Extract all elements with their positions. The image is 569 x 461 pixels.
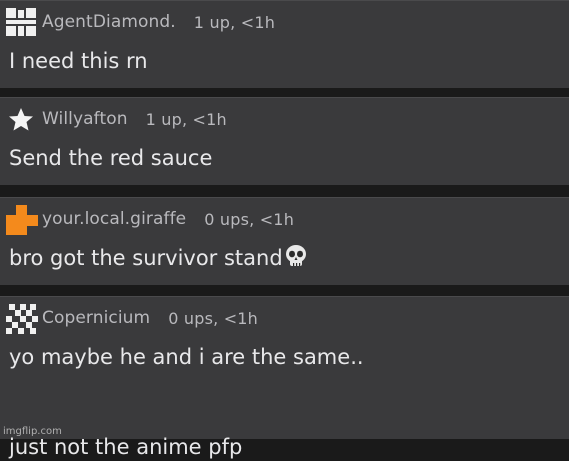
username-link[interactable]: Copernicium	[42, 308, 150, 328]
comment-text: Send the red sauce	[9, 146, 213, 170]
vote-time-meta: 0 ups, <1h	[204, 209, 295, 229]
vote-time-meta: 1 up, <1h	[193, 12, 276, 32]
comment-header: your.local.giraffe 0 ups, <1h	[6, 205, 295, 235]
comment-text-content: bro got the survivor stand	[9, 246, 283, 270]
comment-header: Willyafton 1 up, <1h	[6, 105, 227, 133]
grid-pixel-icon[interactable]	[6, 8, 36, 36]
comment-header: Copernicium 0 ups, <1h	[6, 304, 259, 334]
vote-time-meta: 1 up, <1h	[145, 109, 227, 129]
watermark: imgflip.com	[3, 426, 62, 437]
vote-time-meta: 0 ups, <1h	[168, 308, 259, 328]
comment-text-line-2: just not the anime pfp	[9, 435, 243, 459]
username-link[interactable]: Willyafton	[42, 109, 128, 129]
username-link[interactable]: your.local.giraffe	[42, 209, 186, 229]
comment-text: bro got the survivor stand	[9, 244, 308, 275]
checker-pixel-icon[interactable]	[6, 304, 38, 334]
star-icon[interactable]	[6, 105, 36, 133]
comment-card: Willyafton 1 up, <1h Send the red sauce	[0, 97, 569, 185]
comment-card: Copernicium 0 ups, <1h yo maybe he and i…	[0, 296, 569, 459]
skull-emoji-icon	[284, 244, 308, 275]
comment-header: AgentDiamond. 1 up, <1h	[6, 8, 275, 36]
username-link[interactable]: AgentDiamond.	[42, 12, 176, 32]
comment-text: I need this rn	[9, 49, 148, 73]
comment-card: your.local.giraffe 0 ups, <1h bro got th…	[0, 197, 569, 285]
comment-text-line-1: yo maybe he and i are the same..	[9, 345, 364, 369]
orange-plus-icon[interactable]	[6, 205, 38, 235]
comment-card: AgentDiamond. 1 up, <1h I need this rn	[0, 0, 569, 88]
